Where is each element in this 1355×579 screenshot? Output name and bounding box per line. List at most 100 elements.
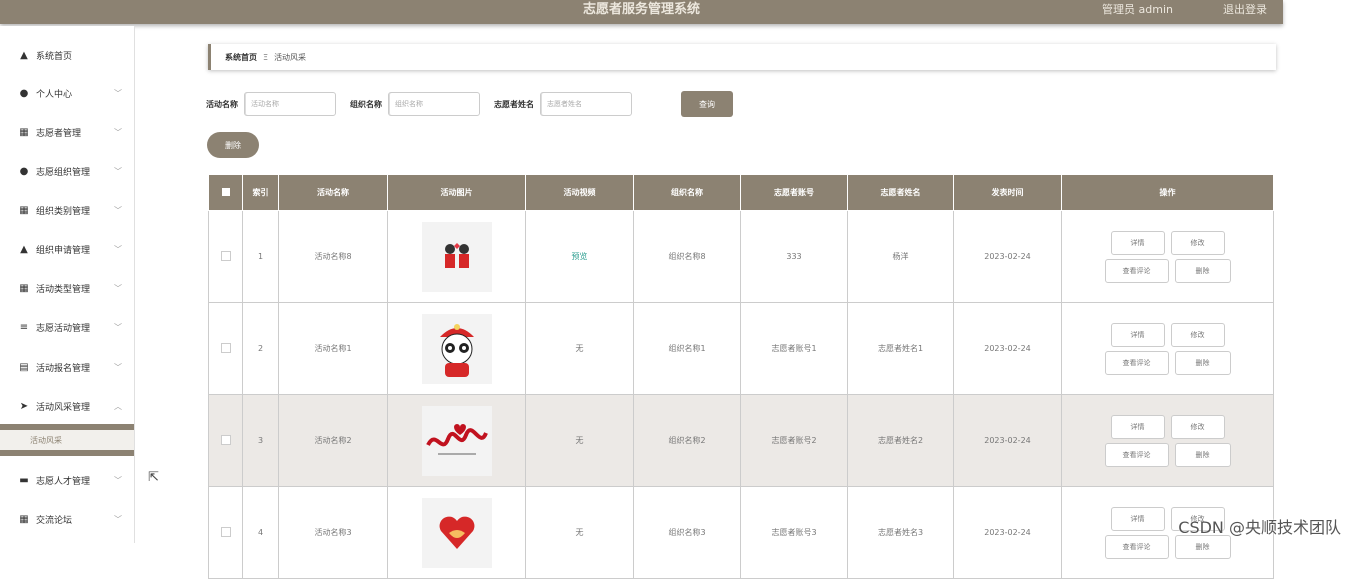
watermark: CSDN @央顺技术团队 <box>1178 518 1341 537</box>
sidebar-item-1[interactable]: ● 个人中心 ﹀ <box>0 74 134 112</box>
location-icon: ● <box>19 165 29 177</box>
sidebar-item-4[interactable]: ▦ 组织类别管理 ﹀ <box>0 191 134 229</box>
row-checkbox-cell[interactable] <box>208 302 243 395</box>
batch-delete-button[interactable]: 删除 <box>207 132 259 158</box>
sidebar-item-11[interactable]: ▦ 交流论坛 ﹀ <box>0 500 134 538</box>
cell-volunteer-name: 志愿者姓名2 <box>847 394 954 487</box>
column-header: 发表时间 <box>953 174 1062 211</box>
sidebar-item-7[interactable]: ≡ 志愿活动管理 ﹀ <box>0 308 134 346</box>
column-header: 志愿者姓名 <box>847 174 954 211</box>
activity-name-input[interactable]: 活动名称 <box>244 92 336 116</box>
table-row[interactable]: 1 活动名称8 预览 组织名称8 333 杨洋 2023-02-24 详情 修改 查看评论 删除 <box>208 210 1274 303</box>
edit-button[interactable]: 修改 <box>1170 322 1225 347</box>
sidebar-item-9[interactable]: ➤ 活动风采管理 ︿ <box>0 387 134 425</box>
sidebar-subitem-label: 活动风采 <box>30 436 62 445</box>
sidebar-item-label: 活动类型管理 <box>36 284 91 295</box>
view-comments-button[interactable]: 查看评论 <box>1104 350 1169 375</box>
activity-image[interactable] <box>421 313 492 384</box>
thumb-icon: ▲ <box>20 243 28 255</box>
view-comments-button[interactable]: 查看评论 <box>1104 258 1169 283</box>
current-user: 管理员 admin <box>1102 3 1173 16</box>
column-header: 活动图片 <box>387 174 526 211</box>
cell-activity-video: 无 <box>525 394 634 487</box>
table-row[interactable]: 4 活动名称3 无组织名称3 志愿者账号3 志愿者姓名3 2023-02-24 详情 修改 查看… <box>208 486 1274 579</box>
activity-video[interactable]: 预览 <box>572 252 588 261</box>
sidebar-item-3[interactable]: ● 志愿组织管理 ﹀ <box>0 152 134 190</box>
volunteer-name-label: 志愿者姓名 <box>494 99 534 109</box>
sidebar-item-6[interactable]: ▦ 活动类型管理 ﹀ <box>0 269 134 307</box>
delete-button[interactable]: 删除 <box>1174 534 1231 559</box>
sidebar-item-5[interactable]: ▲ 组织申请管理 ﹀ <box>0 230 134 268</box>
sidebar-subitem-active[interactable]: 活动风采 <box>0 424 134 456</box>
detail-button[interactable]: 详情 <box>1110 230 1165 255</box>
sidebar-item-label: 交流论坛 <box>36 515 73 526</box>
activity-image[interactable] <box>421 497 492 568</box>
table-row[interactable]: 3 活动名称2 无组织名称2 志愿者账号2 志愿者姓名2 2023-02-24 详情 修改 查看… <box>208 394 1274 487</box>
cell-volunteer-name: 志愿者姓名1 <box>847 302 954 395</box>
activity-image[interactable] <box>421 405 492 476</box>
sidebar: ▲ 系统首页 ● 个人中心 ﹀ ▦ 志愿者管理 ﹀ ● 志愿组织管理 ﹀ ▦ 组织类别管理 ﹀ ▲ 组织申请管… <box>0 26 135 543</box>
edit-button[interactable]: 修改 <box>1170 414 1225 439</box>
cell-org-name: 组织名称2 <box>633 394 741 487</box>
cell-volunteer-account: 志愿者账号2 <box>740 394 848 487</box>
cell-publish-time: 2023-02-24 <box>953 486 1062 579</box>
volunteer-name-input[interactable]: 志愿者姓名 <box>540 92 632 116</box>
row-checkbox[interactable] <box>220 250 231 261</box>
cell-org-name: 组织名称1 <box>633 302 741 395</box>
sidebar-item-2[interactable]: ▦ 志愿者管理 ﹀ <box>0 113 134 151</box>
detail-button[interactable]: 详情 <box>1110 506 1165 531</box>
row-checkbox-cell[interactable] <box>208 486 243 579</box>
cell-publish-time: 2023-02-24 <box>953 302 1062 395</box>
logout-link[interactable]: 退出登录 <box>1223 0 1267 20</box>
row-checkbox[interactable] <box>220 434 231 445</box>
org-name-input[interactable]: 组织名称 <box>388 92 480 116</box>
activity-name-label: 活动名称 <box>206 99 238 109</box>
chevron-down-icon: ﹀ <box>114 88 122 98</box>
sidebar-item-10[interactable]: ▬ 志愿人才管理 ﹀ <box>0 461 134 499</box>
breadcrumb-home[interactable]: 系统首页 <box>225 52 257 63</box>
sidebar-item-label: 志愿者管理 <box>36 128 82 139</box>
chevron-down-icon: ﹀ <box>114 514 122 524</box>
column-header: 索引 <box>242 174 279 211</box>
delete-button[interactable]: 删除 <box>1174 442 1231 467</box>
sidebar-item-8[interactable]: ▤ 活动报名管理 ﹀ <box>0 348 134 386</box>
edit-button[interactable]: 修改 <box>1170 230 1225 255</box>
row-checkbox-cell[interactable] <box>208 394 243 487</box>
sidebar-item-label: 志愿组织管理 <box>36 167 91 178</box>
sidebar-item-0[interactable]: ▲ 系统首页 <box>0 36 134 74</box>
activity-image[interactable] <box>421 221 492 292</box>
cell-actions: 详情 修改 查看评论 删除 <box>1061 302 1274 395</box>
grid-icon: ▦ <box>19 204 29 216</box>
cell-volunteer-account: 志愿者账号1 <box>740 302 848 395</box>
cell-activity-video: 无 <box>525 486 634 579</box>
grid-icon: ▦ <box>19 126 29 138</box>
mouse-cursor-icon: ⇱ <box>148 470 159 485</box>
chevron-down-icon: ﹀ <box>114 205 122 215</box>
detail-button[interactable]: 详情 <box>1110 414 1165 439</box>
grid-icon: ▦ <box>19 282 29 294</box>
delete-button[interactable]: 删除 <box>1174 350 1231 375</box>
delete-button[interactable]: 删除 <box>1174 258 1231 283</box>
chevron-down-icon: ﹀ <box>114 166 122 176</box>
breadcrumb-separator-icon: Ξ <box>263 52 269 62</box>
column-header: 操作 <box>1061 174 1274 211</box>
sidebar-item-label: 志愿人才管理 <box>36 476 91 487</box>
cell-activity-video[interactable]: 预览 <box>525 210 634 303</box>
cell-activity-name: 活动名称1 <box>278 302 388 395</box>
select-all-checkbox[interactable] <box>208 174 243 211</box>
breadcrumb: 系统首页 Ξ 活动风采 <box>208 44 1276 70</box>
table-row[interactable]: 2 活动名称1 无组织名称1 志愿者账号1 志愿者姓名1 2023-02-24 详情 修改 查看… <box>208 302 1274 395</box>
row-checkbox[interactable] <box>220 342 231 353</box>
row-checkbox[interactable] <box>220 526 231 537</box>
cell-actions: 详情 修改 查看评论 删除 <box>1061 394 1274 487</box>
view-comments-button[interactable]: 查看评论 <box>1104 442 1169 467</box>
row-checkbox-cell[interactable] <box>208 210 243 303</box>
query-button[interactable]: 查询 <box>681 91 733 117</box>
send-icon: ➤ <box>19 400 29 412</box>
org-name-label: 组织名称 <box>350 99 382 109</box>
view-comments-button[interactable]: 查看评论 <box>1104 534 1169 559</box>
chevron-down-icon: ﹀ <box>114 244 122 254</box>
activity-video: 无 <box>575 344 584 353</box>
detail-button[interactable]: 详情 <box>1110 322 1165 347</box>
cell-activity-image <box>387 486 526 579</box>
